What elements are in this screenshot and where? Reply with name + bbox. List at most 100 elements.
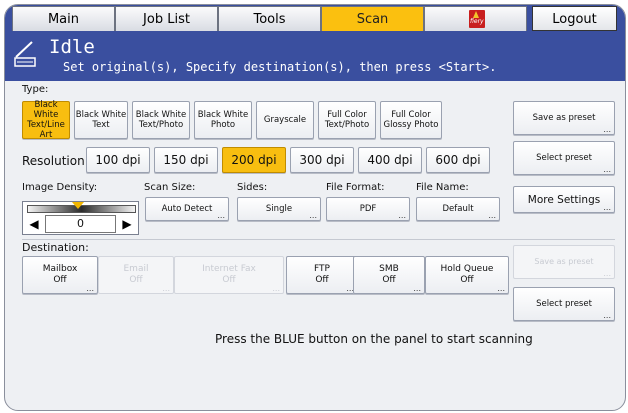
tab-main[interactable]: Main (12, 6, 115, 31)
resolution-option-label: 200 dpi (231, 153, 277, 167)
type-option-bw-text-line-art[interactable]: Black White Text/Line Art (22, 100, 70, 140)
tab-fiery[interactable]: fiery (424, 6, 527, 31)
resolution-150-button[interactable]: 150 dpi (154, 147, 218, 173)
destination-name: FTP (314, 264, 330, 274)
scan-size-value: Auto Detect (161, 204, 213, 214)
destination-state: Off (382, 275, 396, 285)
tab-tools-label: Tools (253, 12, 286, 27)
scan-size-label: Scan Size: (144, 182, 196, 193)
more-options-icon: ... (603, 203, 611, 212)
destination-mailbox-button[interactable]: Mailbox Off... (22, 256, 98, 294)
type-option-full-color-text-photo[interactable]: Full Color Text/Photo (318, 101, 376, 139)
resolution-option-label: 400 dpi (367, 153, 413, 167)
save-as-preset-button[interactable]: Save as preset... (513, 101, 615, 135)
more-options-icon: ... (217, 211, 225, 220)
destination-ftp-button[interactable]: FTP Off... (286, 256, 358, 294)
more-options-icon: ... (398, 211, 406, 220)
destination-hold-queue-button[interactable]: Hold Queue Off... (425, 256, 509, 294)
resolution-600-button[interactable]: 600 dpi (426, 147, 490, 173)
resolution-400-button[interactable]: 400 dpi (358, 147, 422, 173)
status-header: Idle Set original(s), Specify destinatio… (5, 31, 625, 81)
more-settings-button[interactable]: More Settings... (513, 186, 615, 213)
select-preset-destination-button[interactable]: Select preset... (513, 287, 615, 321)
scan-size-button[interactable]: Auto Detect... (145, 197, 229, 221)
resolution-label: Resolution: (22, 154, 89, 168)
type-option-full-color-glossy-photo[interactable]: Full Color Glossy Photo (380, 101, 442, 139)
resolution-option-label: 600 dpi (435, 153, 481, 167)
type-option-bw-photo[interactable]: Black White Photo (194, 101, 252, 139)
more-options-icon: ... (603, 269, 611, 278)
tab-main-label: Main (47, 12, 80, 27)
file-format-button[interactable]: PDF... (326, 197, 410, 221)
type-option-grayscale[interactable]: Grayscale (256, 101, 314, 139)
type-label: Type: (22, 84, 49, 95)
destination-smb-button[interactable]: SMB Off... (353, 256, 425, 294)
type-option-label: Full Color Text/Photo (324, 110, 370, 130)
image-density-stepper: ◀ 0 ▶ (22, 201, 139, 235)
type-option-bw-text[interactable]: Black White Text (74, 101, 128, 139)
destination-state: Off (53, 275, 67, 285)
sides-label: Sides: (237, 182, 268, 193)
resolution-option-label: 100 dpi (95, 153, 141, 167)
file-format-label: File Format: (326, 182, 385, 193)
save-as-preset-label: Save as preset (534, 257, 594, 266)
tab-job-list[interactable]: Job List (115, 6, 218, 31)
select-preset-button[interactable]: Select preset... (513, 141, 615, 175)
type-option-bw-text-photo[interactable]: Black White Text/Photo (132, 101, 190, 139)
resolution-100-button[interactable]: 100 dpi (86, 147, 150, 173)
more-options-icon: ... (603, 125, 611, 134)
destination-internet-fax-button: Internet Fax Off... (174, 256, 284, 294)
resolution-option-label: 300 dpi (299, 153, 345, 167)
file-name-label: File Name: (416, 182, 469, 193)
destination-name: Hold Queue (440, 264, 494, 274)
save-as-preset-destination-button: Save as preset... (513, 245, 615, 279)
select-preset-label: Select preset (536, 153, 592, 163)
type-option-label: Black White Photo (197, 110, 249, 130)
density-decrease-button[interactable]: ◀ (24, 215, 44, 233)
logout-label: Logout (552, 12, 597, 27)
image-density-label: Image Density: (22, 182, 98, 193)
type-option-label: Black White Text/Line Art (27, 100, 65, 140)
destination-label: Destination: (22, 241, 89, 254)
tab-job-list-label: Job List (143, 12, 190, 27)
status-message: Press the BLUE button on the panel to st… (215, 332, 533, 346)
type-option-label: Black White Text/Photo (135, 110, 187, 130)
type-option-label: Full Color Glossy Photo (383, 110, 439, 130)
more-options-icon: ... (603, 311, 611, 320)
more-options-icon: ... (413, 284, 421, 293)
destination-state: Off (222, 275, 236, 285)
destination-state: Off (315, 275, 329, 285)
more-options-icon: ... (162, 284, 170, 293)
more-options-icon: ... (603, 165, 611, 174)
more-options-icon: ... (497, 284, 505, 293)
destination-email-button: Email Off... (98, 256, 174, 294)
section-divider (22, 239, 615, 240)
more-settings-label: More Settings (527, 193, 601, 206)
resolution-200-button[interactable]: 200 dpi (222, 147, 286, 173)
tab-scan[interactable]: Scan (321, 6, 424, 31)
more-options-icon: ... (86, 284, 94, 293)
density-increase-button[interactable]: ▶ (117, 215, 137, 233)
logout-button[interactable]: Logout (532, 6, 617, 31)
sides-button[interactable]: Single... (237, 197, 321, 221)
file-name-button[interactable]: Default... (416, 197, 500, 221)
save-as-preset-label: Save as preset (532, 113, 596, 123)
file-format-value: PDF (359, 204, 377, 214)
more-options-icon: ... (309, 211, 317, 220)
fiery-logo-icon: fiery (469, 10, 485, 28)
density-value: 0 (45, 215, 116, 233)
scanner-panel: Main Job List Tools Scan fiery Logout Id… (4, 4, 626, 411)
more-options-icon: ... (488, 211, 496, 220)
file-name-value: Default (442, 204, 474, 214)
status-title: Idle (49, 36, 95, 58)
resolution-300-button[interactable]: 300 dpi (290, 147, 354, 173)
type-option-label: Grayscale (263, 115, 307, 125)
destination-state: Off (129, 275, 143, 285)
destination-name: SMB (379, 264, 399, 274)
destination-name: Mailbox (42, 264, 78, 274)
destination-name: Email (123, 264, 149, 274)
type-option-label: Black White Text (75, 110, 127, 130)
tab-tools[interactable]: Tools (218, 6, 321, 31)
status-subtitle: Set original(s), Specify destination(s),… (63, 60, 497, 74)
tab-bar: Main Job List Tools Scan fiery Logout (5, 5, 625, 31)
